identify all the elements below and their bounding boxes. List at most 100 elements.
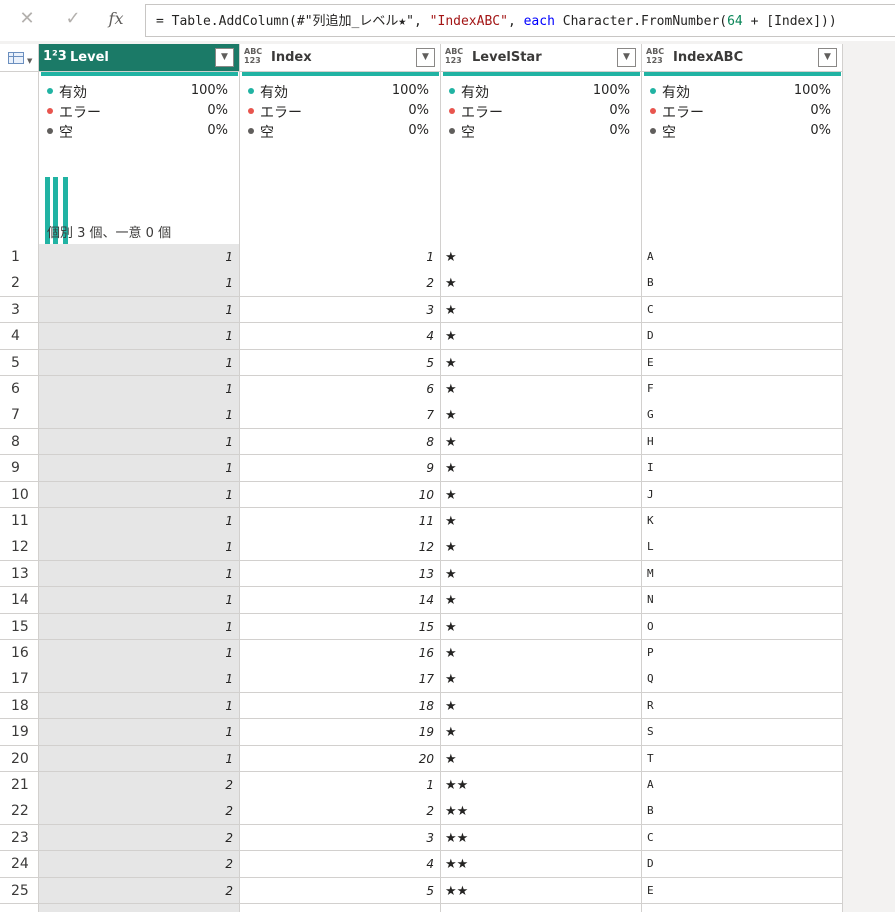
cell-index[interactable]: 8	[240, 428, 441, 456]
cell-level[interactable]: 2	[39, 824, 240, 852]
cell-indexabc[interactable]: C	[642, 296, 842, 324]
whole-number-type-icon[interactable]: 1²3	[43, 49, 67, 64]
column-header-index[interactable]: ABC 123 Index ▼	[240, 44, 441, 72]
row-number[interactable]: 17	[0, 666, 39, 693]
cell-indexabc[interactable]: T	[642, 745, 842, 773]
row-number[interactable]: 7	[0, 402, 39, 429]
cell-level[interactable]: 2	[39, 798, 240, 825]
fx-icon[interactable]: fx	[101, 4, 131, 34]
cell-index[interactable]: 9	[240, 455, 441, 482]
cell-level[interactable]: 1	[39, 376, 240, 403]
cell-indexabc[interactable]: A	[642, 244, 842, 271]
table-menu-button[interactable]: ▼	[0, 44, 39, 72]
cell-indexabc[interactable]: L	[642, 534, 842, 561]
cell-index[interactable]: 3	[240, 296, 441, 324]
row-number[interactable]: 24	[0, 851, 39, 878]
cell-indexabc[interactable]: S	[642, 719, 842, 746]
any-type-icon[interactable]: ABC 123	[646, 47, 664, 65]
cell-levelstar[interactable]: ★	[441, 640, 642, 667]
cell-indexabc[interactable]: Q	[642, 666, 842, 693]
quality-empty-row[interactable]: 空 0%	[47, 122, 232, 142]
cell-levelstar[interactable]: ★★	[441, 798, 642, 825]
cell-level[interactable]: 1	[39, 428, 240, 456]
row-number[interactable]: 13	[0, 560, 39, 588]
any-type-icon[interactable]: ABC 123	[445, 47, 463, 65]
cell-index[interactable]: 3	[240, 824, 441, 852]
cell-levelstar[interactable]: ★★	[441, 877, 642, 905]
cell-level[interactable]: 1	[39, 349, 240, 377]
quality-error-row[interactable]: エラー 0%	[47, 102, 232, 122]
cell-levelstar[interactable]: ★	[441, 402, 642, 429]
cell-level[interactable]: 1	[39, 534, 240, 561]
filter-dropdown-button[interactable]: ▼	[818, 48, 837, 67]
cell-index[interactable]: 15	[240, 613, 441, 641]
cell-levelstar[interactable]: ★	[441, 745, 642, 773]
row-number[interactable]: 14	[0, 587, 39, 614]
cell-index[interactable]: 4	[240, 323, 441, 350]
cell-index[interactable]: 12	[240, 534, 441, 561]
cell-levelstar[interactable]: ★	[441, 666, 642, 693]
cell-level[interactable]: 1	[39, 481, 240, 509]
cell-indexabc[interactable]: B	[642, 798, 842, 825]
cell-level[interactable]: 1	[39, 587, 240, 614]
cell-level[interactable]	[39, 904, 240, 912]
cell-levelstar[interactable]: ★	[441, 428, 642, 456]
cell-levelstar[interactable]: ★	[441, 376, 642, 403]
row-number[interactable]: 6	[0, 376, 39, 403]
cell-level[interactable]: 1	[39, 508, 240, 535]
cell-indexabc[interactable]: N	[642, 587, 842, 614]
cell-index[interactable]: 7	[240, 402, 441, 429]
cell-indexabc[interactable]: P	[642, 640, 842, 667]
cell-indexabc[interactable]: A	[642, 772, 842, 799]
cell-levelstar[interactable]: ★	[441, 692, 642, 720]
row-number[interactable]: 11	[0, 508, 39, 535]
quality-error-row[interactable]: エラー 0%	[248, 102, 433, 122]
row-number[interactable]: 9	[0, 455, 39, 482]
cell-indexabc[interactable]: C	[642, 824, 842, 852]
cell-index[interactable]: 10	[240, 481, 441, 509]
cell-index[interactable]	[240, 904, 441, 912]
cell-indexabc[interactable]: K	[642, 508, 842, 535]
cell-indexabc[interactable]: E	[642, 877, 842, 905]
cell-levelstar[interactable]: ★	[441, 719, 642, 746]
cell-index[interactable]: 19	[240, 719, 441, 746]
cell-level[interactable]: 1	[39, 692, 240, 720]
filter-dropdown-button[interactable]: ▼	[416, 48, 435, 67]
row-number[interactable]: 3	[0, 296, 39, 324]
row-number[interactable]: 21	[0, 772, 39, 799]
cell-level[interactable]: 2	[39, 772, 240, 799]
cell-level[interactable]: 1	[39, 719, 240, 746]
cell-index[interactable]: 2	[240, 270, 441, 297]
column-header-indexabc[interactable]: ABC 123 IndexABC ▼	[642, 44, 842, 72]
cell-index[interactable]: 5	[240, 877, 441, 905]
cell-levelstar[interactable]: ★	[441, 613, 642, 641]
quality-error-row[interactable]: エラー 0%	[650, 102, 835, 122]
cell-index[interactable]: 1	[240, 244, 441, 271]
close-icon[interactable]: ✕	[12, 4, 42, 34]
row-number[interactable]: 1	[0, 244, 39, 271]
cell-level[interactable]: 1	[39, 560, 240, 588]
cell-levelstar[interactable]: ★	[441, 481, 642, 509]
cell-level[interactable]: 1	[39, 296, 240, 324]
cell-levelstar[interactable]: ★	[441, 270, 642, 297]
cell-index[interactable]: 20	[240, 745, 441, 773]
cell-levelstar[interactable]: ★	[441, 508, 642, 535]
column-header-levelstar[interactable]: ABC 123 LevelStar ▼	[441, 44, 642, 72]
cell-level[interactable]: 1	[39, 455, 240, 482]
cell-indexabc[interactable]: O	[642, 613, 842, 641]
cell-level[interactable]: 1	[39, 640, 240, 667]
cell-index[interactable]: 17	[240, 666, 441, 693]
cell-levelstar[interactable]: ★	[441, 244, 642, 271]
cell-level[interactable]: 1	[39, 613, 240, 641]
cell-level[interactable]: 1	[39, 666, 240, 693]
row-number[interactable]: 15	[0, 613, 39, 641]
filter-dropdown-button[interactable]: ▼	[617, 48, 636, 67]
cell-index[interactable]: 2	[240, 798, 441, 825]
cell-levelstar[interactable]: ★★	[441, 772, 642, 799]
quality-empty-row[interactable]: 空 0%	[248, 122, 433, 142]
column-header-level[interactable]: 1²3 Level ▼	[39, 44, 240, 72]
cell-index[interactable]: 16	[240, 640, 441, 667]
cell-levelstar[interactable]: ★	[441, 587, 642, 614]
cell-indexabc[interactable]: J	[642, 481, 842, 509]
quality-error-row[interactable]: エラー 0%	[449, 102, 634, 122]
